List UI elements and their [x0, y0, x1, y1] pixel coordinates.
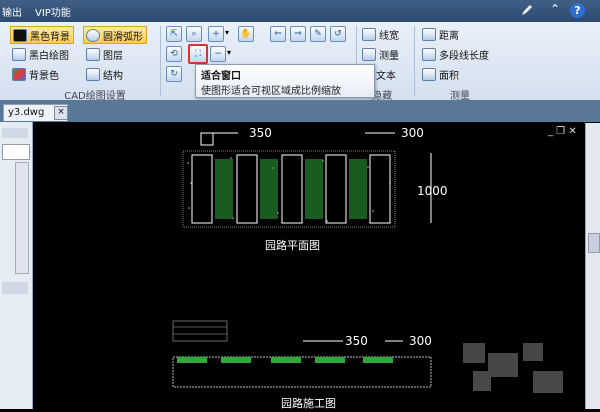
distance-label: 距离 [439, 30, 459, 42]
layer-icon [86, 47, 100, 61]
rotate-icon[interactable]: ↻ [166, 66, 182, 82]
palette-icon [12, 67, 26, 81]
dim-300-plan: 300 [401, 126, 424, 140]
title-bar: 输出 VIP功能 ⌃ ? [0, 0, 600, 22]
panel-dropdown[interactable] [2, 144, 30, 160]
hand-icon[interactable]: ✋ [238, 26, 254, 42]
edit-icon[interactable]: ✎ [310, 26, 326, 42]
area-label: 面积 [439, 70, 459, 82]
drawing-svg: 350 300 1000 园路平面图 350 300 园路施工图 [172, 126, 563, 410]
zoom-window-icon[interactable]: ⌕ [186, 26, 202, 42]
dim-1000-plan: 1000 [417, 184, 448, 198]
black-background-button[interactable]: 黑色背景 [10, 26, 74, 44]
document-tab-strip [0, 100, 600, 122]
arrow-right-icon[interactable]: ⇒ [290, 26, 306, 42]
arc-icon [86, 28, 100, 42]
line-width-label: 线宽 [379, 30, 399, 42]
chevron-down-icon[interactable]: ▾ [227, 48, 231, 57]
tab-y3-dwg[interactable]: y3.dwg × [3, 104, 68, 121]
tooltip-title: 适合窗口 [201, 71, 241, 82]
blurred-watermark [463, 343, 563, 393]
polyline-length-label: 多段线长度 [439, 50, 489, 62]
measure-button[interactable]: 测量 [362, 46, 399, 62]
bw-draw-icon [12, 47, 26, 61]
layer-label: 图层 [103, 50, 123, 62]
area-button[interactable]: 面积 [422, 66, 459, 82]
panel-header-2 [2, 282, 28, 294]
restore-icon[interactable]: _ ❐ ✕ [548, 126, 577, 137]
bw-draw-button[interactable]: 黑白绘图 [12, 46, 69, 62]
arrow-left-icon[interactable]: ⇐ [270, 26, 286, 42]
section-caption: 园路施工图 [281, 397, 336, 409]
cursor-box [200, 132, 214, 146]
panel-scrollbar[interactable] [15, 162, 29, 274]
layer-button[interactable]: 图层 [86, 46, 123, 62]
close-icon[interactable]: × [54, 106, 68, 120]
bw-draw-label: 黑白绘图 [29, 50, 69, 62]
black-bg-icon [13, 28, 27, 42]
distance-icon [422, 27, 436, 41]
structure-icon [86, 67, 100, 81]
line-width-icon [362, 27, 376, 41]
refresh-icon[interactable]: ↺ [330, 26, 346, 42]
chevron-up-icon[interactable]: ⌃ [550, 2, 560, 16]
line-width-button[interactable]: 线宽 [362, 26, 399, 42]
help-icon[interactable]: ? [570, 3, 585, 18]
black-background-label: 黑色背景 [30, 31, 70, 43]
section-grass [177, 357, 393, 363]
measure-label: 测量 [379, 50, 399, 62]
drawing-canvas[interactable]: 350 300 1000 园路平面图 350 300 园路施工图 [33, 123, 585, 410]
measure-icon [362, 47, 376, 61]
menu-vip[interactable]: VIP功能 [35, 4, 71, 19]
smooth-arc-label: 圆滑弧形 [103, 31, 143, 43]
fit-window-tooltip: 适合窗口 使图形适合可视区域成比例缩放 [195, 64, 375, 98]
polyline-length-button[interactable]: 多段线长度 [422, 46, 489, 62]
pen-icon[interactable] [520, 3, 534, 17]
zoom-out-icon[interactable]: − [210, 46, 226, 62]
dim-350-plan: 350 [249, 126, 272, 140]
separator [414, 26, 415, 96]
vertical-scrollbar[interactable] [585, 123, 600, 409]
structure-label: 结构 [103, 70, 123, 82]
tooltip-description: 使图形适合可视区域成比例缩放 [201, 86, 341, 97]
structure-button[interactable]: 结构 [86, 66, 123, 82]
menu-output[interactable]: 输出 [2, 4, 22, 19]
smooth-arc-button[interactable]: 圆滑弧形 [83, 26, 147, 44]
scroll-thumb[interactable] [588, 233, 600, 253]
tab-label: y3.dwg [8, 107, 45, 118]
dim-300-section: 300 [409, 334, 432, 348]
zoom-in-icon[interactable]: + [208, 26, 224, 42]
plan-caption: 园路平面图 [265, 239, 320, 252]
text-button[interactable]: 文本 [376, 66, 396, 82]
dim-350-section: 350 [345, 334, 368, 348]
left-panel [0, 122, 33, 409]
background-color-label: 背景色 [29, 70, 59, 82]
text-label: 文本 [376, 70, 396, 82]
pan-icon[interactable]: ⇱ [166, 26, 182, 42]
background-color-button[interactable]: 背景色 [12, 66, 59, 82]
area-icon [422, 67, 436, 81]
panel-header [2, 128, 28, 138]
grass-patches [215, 159, 367, 219]
section-table [172, 320, 228, 342]
fit-window-icon[interactable]: ⛶ [188, 44, 208, 64]
separator [160, 26, 161, 96]
regen-icon[interactable]: ⟲ [166, 46, 182, 62]
distance-button[interactable]: 距离 [422, 26, 459, 42]
chevron-down-icon[interactable]: ▾ [225, 28, 229, 37]
polyline-icon [422, 47, 436, 61]
